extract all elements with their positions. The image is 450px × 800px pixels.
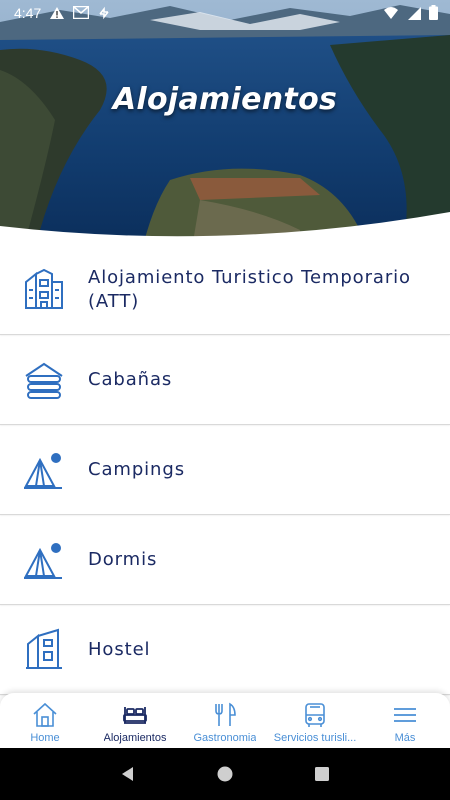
system-navigation-bar <box>0 748 450 800</box>
tent-icon <box>24 452 62 489</box>
status-bar: 4:47 <box>0 0 450 25</box>
accommodation-list: Alojamiento Turistico Temporario (ATT) C… <box>0 245 450 695</box>
page-title: Alojamientos <box>112 82 338 117</box>
header-banner: Alojamientos <box>0 0 450 260</box>
wifi-icon <box>384 6 398 19</box>
list-item-label: Alojamiento Turistico Temporario (ATT) <box>88 266 411 312</box>
cabin-icon <box>25 362 63 399</box>
nav-servicios[interactable]: Servicios turisli... <box>270 693 360 748</box>
nav-mas[interactable]: Más <box>360 693 450 748</box>
nav-label: Gastronomia <box>193 732 257 744</box>
building-icon <box>25 268 63 309</box>
signal-icon <box>408 6 421 20</box>
status-time: 4:47 <box>14 4 42 21</box>
home-icon <box>33 702 57 727</box>
home-circle-icon[interactable] <box>216 765 234 783</box>
gmail-icon <box>73 6 90 19</box>
list-item-hostel[interactable]: Hostel <box>0 605 450 695</box>
sync-icon <box>99 6 109 19</box>
nav-label: Alojamientos <box>103 732 167 744</box>
recents-icon[interactable] <box>313 765 331 783</box>
list-item-cabanas[interactable]: Cabañas <box>0 335 450 425</box>
hostel-icon <box>26 628 62 669</box>
list-item-label: Campings <box>88 458 185 480</box>
list-item-label: Cabañas <box>88 368 173 390</box>
battery-icon <box>429 5 438 20</box>
menu-icon <box>394 708 416 722</box>
nav-alojamientos[interactable]: Alojamientos <box>90 693 180 748</box>
bus-icon <box>305 703 325 727</box>
list-item-campings[interactable]: Campings <box>0 425 450 515</box>
nav-label: Home <box>30 732 60 744</box>
nav-label: Más <box>394 732 416 744</box>
tent-icon <box>24 542 62 579</box>
list-item-att[interactable]: Alojamiento Turistico Temporario (ATT) <box>0 245 450 335</box>
nav-label: Servicios turisli... <box>273 732 357 744</box>
list-item-label: Hostel <box>88 638 151 660</box>
list-item-label: Dormis <box>88 548 158 570</box>
alert-icon <box>50 6 65 19</box>
bed-icon <box>123 707 147 724</box>
nav-home[interactable]: Home <box>0 693 90 748</box>
cutlery-icon <box>215 702 236 726</box>
nav-gastronomia[interactable]: Gastronomia <box>180 693 270 748</box>
back-icon[interactable] <box>119 765 137 783</box>
bottom-navigation: Home Alojamientos Gastronomia Servicios … <box>0 693 450 748</box>
list-item-dormis[interactable]: Dormis <box>0 515 450 605</box>
